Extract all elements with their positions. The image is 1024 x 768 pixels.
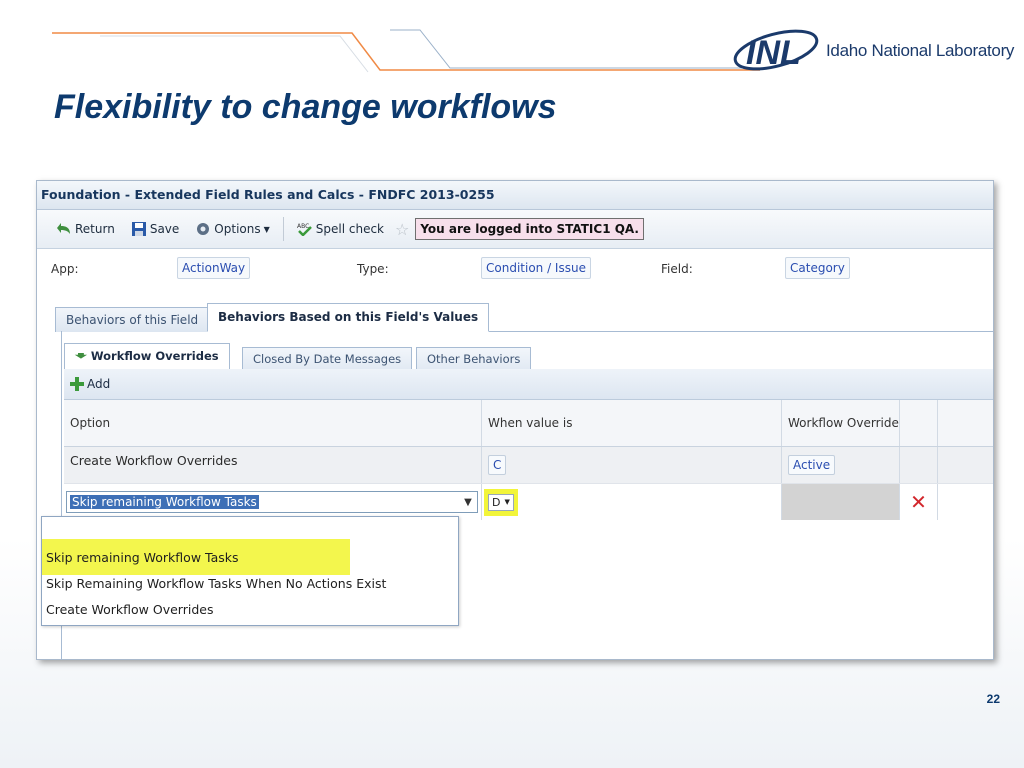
add-toolbar: Add [64, 369, 993, 400]
col-header-when-value[interactable]: When value is [482, 400, 782, 446]
row-delete-cell: ✕ [900, 484, 938, 520]
return-label: Return [75, 222, 115, 236]
record-meta: App: ActionWay Type: Condition / Issue F… [37, 249, 993, 289]
return-arrow-icon [57, 223, 70, 234]
table-row-editing[interactable]: Skip remaining Workflow Tasks ▼ D ▼ ✕ [64, 484, 993, 520]
option-dropdown-list: Skip remaining Workflow Tasks Skip Remai… [41, 516, 459, 626]
tab-other-behaviors[interactable]: Other Behaviors [416, 347, 532, 370]
chevron-down-icon: ▼ [263, 224, 270, 234]
dropdown-option-skip-remaining[interactable]: Skip remaining Workflow Tasks [42, 545, 458, 571]
spell-check-button[interactable]: ABC Spell check [292, 218, 389, 240]
return-button[interactable]: Return [51, 218, 120, 240]
field-label: Field: [661, 262, 693, 276]
row-override-cell: Active [782, 447, 900, 483]
svg-text:INL: INL [746, 34, 801, 72]
col-header-option[interactable]: Option [64, 400, 482, 446]
chevron-down-icon: ▼ [504, 498, 510, 506]
row-option-value: Create Workflow Overrides [64, 447, 482, 483]
col-header-actions [900, 400, 938, 446]
grid-header: Option When value is Workflow Override [64, 400, 993, 447]
col-header-workflow-override[interactable]: Workflow Override [782, 400, 900, 446]
spell-check-icon: ABC [297, 223, 312, 236]
tab-behaviors-based-on-values[interactable]: Behaviors Based on this Field's Values [207, 303, 490, 332]
inner-tab-strip: 🡃 Workflow Overrides Closed By Date Mess… [64, 343, 993, 370]
app-value[interactable]: ActionWay [177, 257, 251, 279]
tab-behaviors-of-field[interactable]: Behaviors of this Field [55, 307, 210, 332]
row-override-empty-cell [782, 484, 900, 520]
down-arrow-icon: 🡃 [75, 349, 87, 363]
add-button[interactable]: Add [70, 377, 110, 391]
dropdown-option-create-overrides[interactable]: Create Workflow Overrides [42, 597, 458, 623]
logo-wordmark: Idaho National Laboratory [826, 41, 1015, 60]
field-value[interactable]: Category [785, 257, 850, 279]
row-actions-cell [900, 447, 938, 483]
save-button[interactable]: Save [126, 218, 184, 240]
when-value-select[interactable]: D ▼ [488, 493, 514, 511]
inl-logo-mark: INL [733, 29, 819, 72]
chevron-down-icon[interactable]: ▼ [459, 497, 477, 508]
toolbar: Return Save Options ▼ ABC Spell check ☆ … [37, 210, 993, 249]
row-when-value-cell: C [482, 447, 782, 483]
type-label: Type: [357, 262, 389, 276]
app-window: Foundation - Extended Field Rules and Ca… [36, 180, 994, 660]
app-label: App: [51, 262, 79, 276]
save-label: Save [149, 222, 180, 236]
row-when-value-editor: D ▼ [482, 484, 782, 520]
type-value[interactable]: Condition / Issue [481, 257, 591, 279]
add-label: Add [87, 377, 111, 391]
option-select-value: Skip remaining Workflow Tasks [70, 495, 259, 509]
row-option-editor: Skip remaining Workflow Tasks ▼ [64, 484, 482, 520]
tab-workflow-overrides-label: Workflow Overrides [90, 349, 219, 363]
window-title: Foundation - Extended Field Rules and Ca… [37, 181, 993, 210]
slide-title: Flexibility to change workflows [54, 88, 557, 126]
tab-workflow-overrides[interactable]: 🡃 Workflow Overrides [64, 343, 230, 370]
when-value-pill[interactable]: C [488, 455, 507, 475]
gear-icon [197, 223, 210, 235]
toolbar-divider [282, 217, 284, 241]
tab-closed-by-date[interactable]: Closed By Date Messages [242, 347, 413, 370]
overrides-grid: Option When value is Workflow Override C… [64, 400, 993, 520]
outer-tab-strip: Behaviors of this Field Behaviors Based … [55, 303, 993, 332]
when-value-select-text: D [492, 495, 501, 509]
delete-row-icon[interactable]: ✕ [910, 492, 927, 512]
star-icon[interactable]: ☆ [395, 220, 409, 239]
plus-icon [70, 377, 84, 391]
dropdown-option-skip-when-no-actions[interactable]: Skip Remaining Workflow Tasks When No Ac… [42, 571, 458, 597]
slide-page-number: 22 [986, 692, 1000, 706]
spell-check-label: Spell check [315, 222, 384, 236]
override-status-pill[interactable]: Active [788, 455, 836, 475]
options-button[interactable]: Options ▼ [190, 218, 274, 240]
yellow-highlight: D ▼ [484, 488, 518, 516]
options-label: Options [214, 222, 261, 236]
login-status-message: You are logged into STATIC1 QA. [415, 218, 644, 240]
option-select[interactable]: Skip remaining Workflow Tasks ▼ [66, 491, 478, 513]
floppy-disk-icon [131, 222, 146, 236]
table-row[interactable]: Create Workflow Overrides C Active [64, 447, 993, 484]
